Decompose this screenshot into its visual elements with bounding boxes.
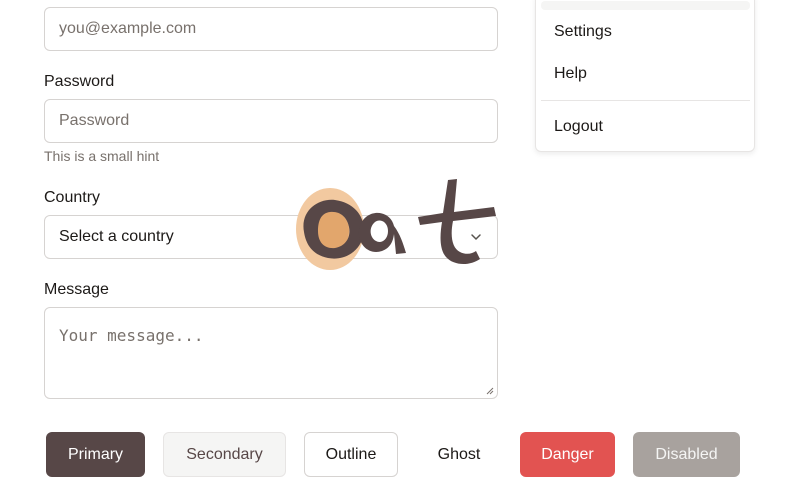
menu-item-logout[interactable]: Logout	[554, 118, 603, 136]
dropdown-menu: Settings Help Logout	[535, 0, 755, 152]
country-label: Country	[44, 189, 101, 206]
menu-item-hover[interactable]	[541, 1, 750, 10]
message-textarea[interactable]: Your message...	[44, 307, 498, 399]
oat-logo-icon	[296, 179, 496, 270]
country-selected-value: Select a country	[59, 228, 174, 245]
password-input[interactable]: Password	[44, 99, 498, 143]
email-input[interactable]: you@example.com	[44, 7, 498, 51]
outline-button[interactable]: Outline	[304, 432, 398, 477]
ghost-button[interactable]: Ghost	[418, 432, 500, 477]
email-placeholder: you@example.com	[59, 20, 197, 37]
secondary-button[interactable]: Secondary	[163, 432, 286, 477]
disabled-button: Disabled	[633, 432, 740, 477]
menu-item-settings[interactable]: Settings	[554, 23, 612, 41]
message-placeholder: Your message...	[59, 326, 204, 345]
primary-button[interactable]: Primary	[46, 432, 145, 477]
password-label: Password	[44, 73, 115, 90]
password-hint: This is a small hint	[44, 148, 160, 164]
menu-item-help[interactable]: Help	[554, 65, 587, 83]
menu-divider	[541, 100, 750, 101]
password-placeholder: Password	[59, 112, 130, 129]
resize-handle-icon[interactable]	[486, 387, 494, 395]
danger-button[interactable]: Danger	[520, 432, 615, 477]
message-label: Message	[44, 281, 109, 298]
